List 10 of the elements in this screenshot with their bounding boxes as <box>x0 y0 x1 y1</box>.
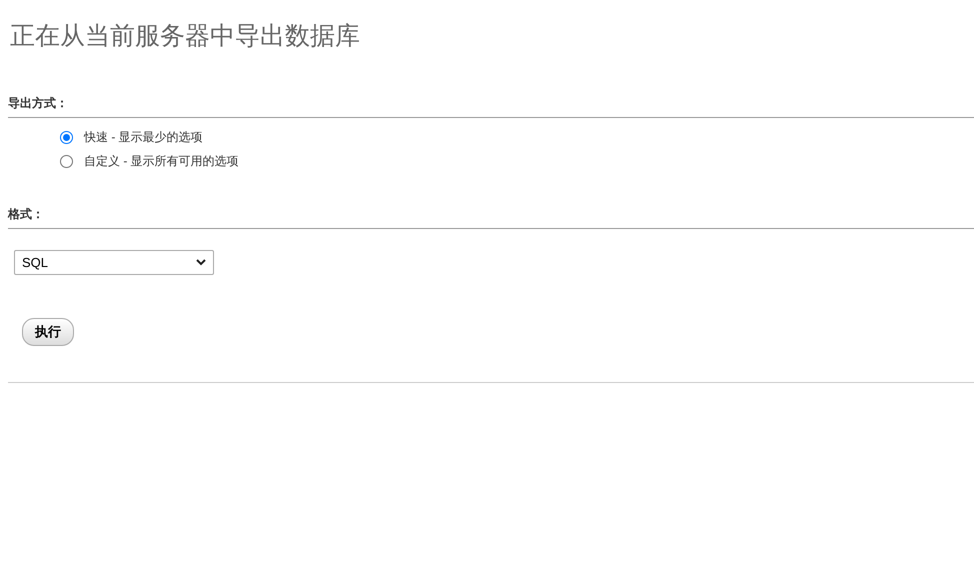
section-heading: 导出方式： <box>8 96 68 110</box>
execute-button[interactable]: 执行 <box>22 318 74 346</box>
page-title: 正在从当前服务器中导出数据库 <box>10 21 360 52</box>
radio-button[interactable] <box>60 154 73 168</box>
chevron-down-icon <box>196 259 206 266</box>
section-heading: 格式： <box>8 207 44 221</box>
radio-option[interactable]: 快速 - 显示最少的选项 <box>60 128 203 146</box>
format-select[interactable]: SQL <box>14 250 214 275</box>
radio-button[interactable] <box>60 130 73 144</box>
radio-option[interactable]: 自定义 - 显示所有可用的选项 <box>60 152 239 170</box>
